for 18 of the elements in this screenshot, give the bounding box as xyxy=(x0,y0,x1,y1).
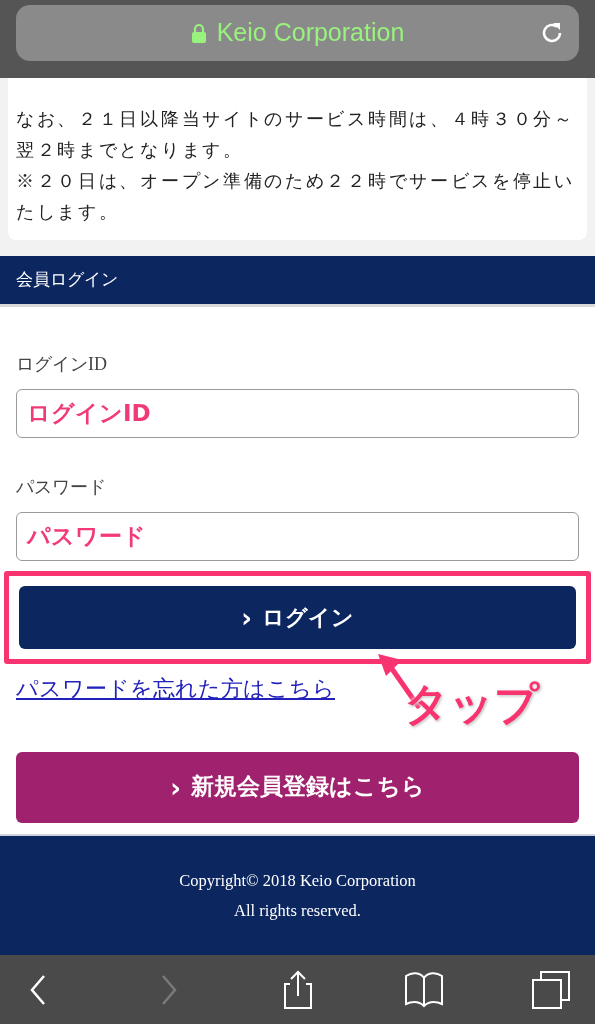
page-title: Keio Corporation xyxy=(216,17,405,49)
notice-text: ※２０日は、オープン準備のため２２時でサービスを停止いたします。 xyxy=(16,170,576,224)
footer-text: All rights reserved. xyxy=(234,899,361,922)
forgot-password-link[interactable]: パスワードを忘れた方はこちら xyxy=(16,672,335,705)
section-title: 会員ログイン xyxy=(16,269,118,292)
callout-text: タップ xyxy=(404,682,539,726)
annotation-text: パスワード xyxy=(27,522,146,552)
footer-text: Copyright© 2018 Keio Corporation xyxy=(179,869,416,892)
notice-text: なお、２１日以降当サイトのサービス時間は、４時３０分～翌２時までとなります。 xyxy=(16,108,576,162)
field-label: パスワード xyxy=(16,476,107,499)
book-icon[interactable] xyxy=(404,969,445,1010)
input-field[interactable]: パスワード xyxy=(16,512,579,561)
tabs-icon[interactable] xyxy=(531,969,571,1010)
register-button[interactable]: › 新規会員登録はこちら xyxy=(16,752,579,823)
input-field[interactable]: ログインID xyxy=(16,389,579,438)
annotation-text: ログインID xyxy=(27,399,151,429)
field-label: ログインID xyxy=(16,353,108,376)
login-button[interactable]: › ログイン xyxy=(19,586,576,649)
